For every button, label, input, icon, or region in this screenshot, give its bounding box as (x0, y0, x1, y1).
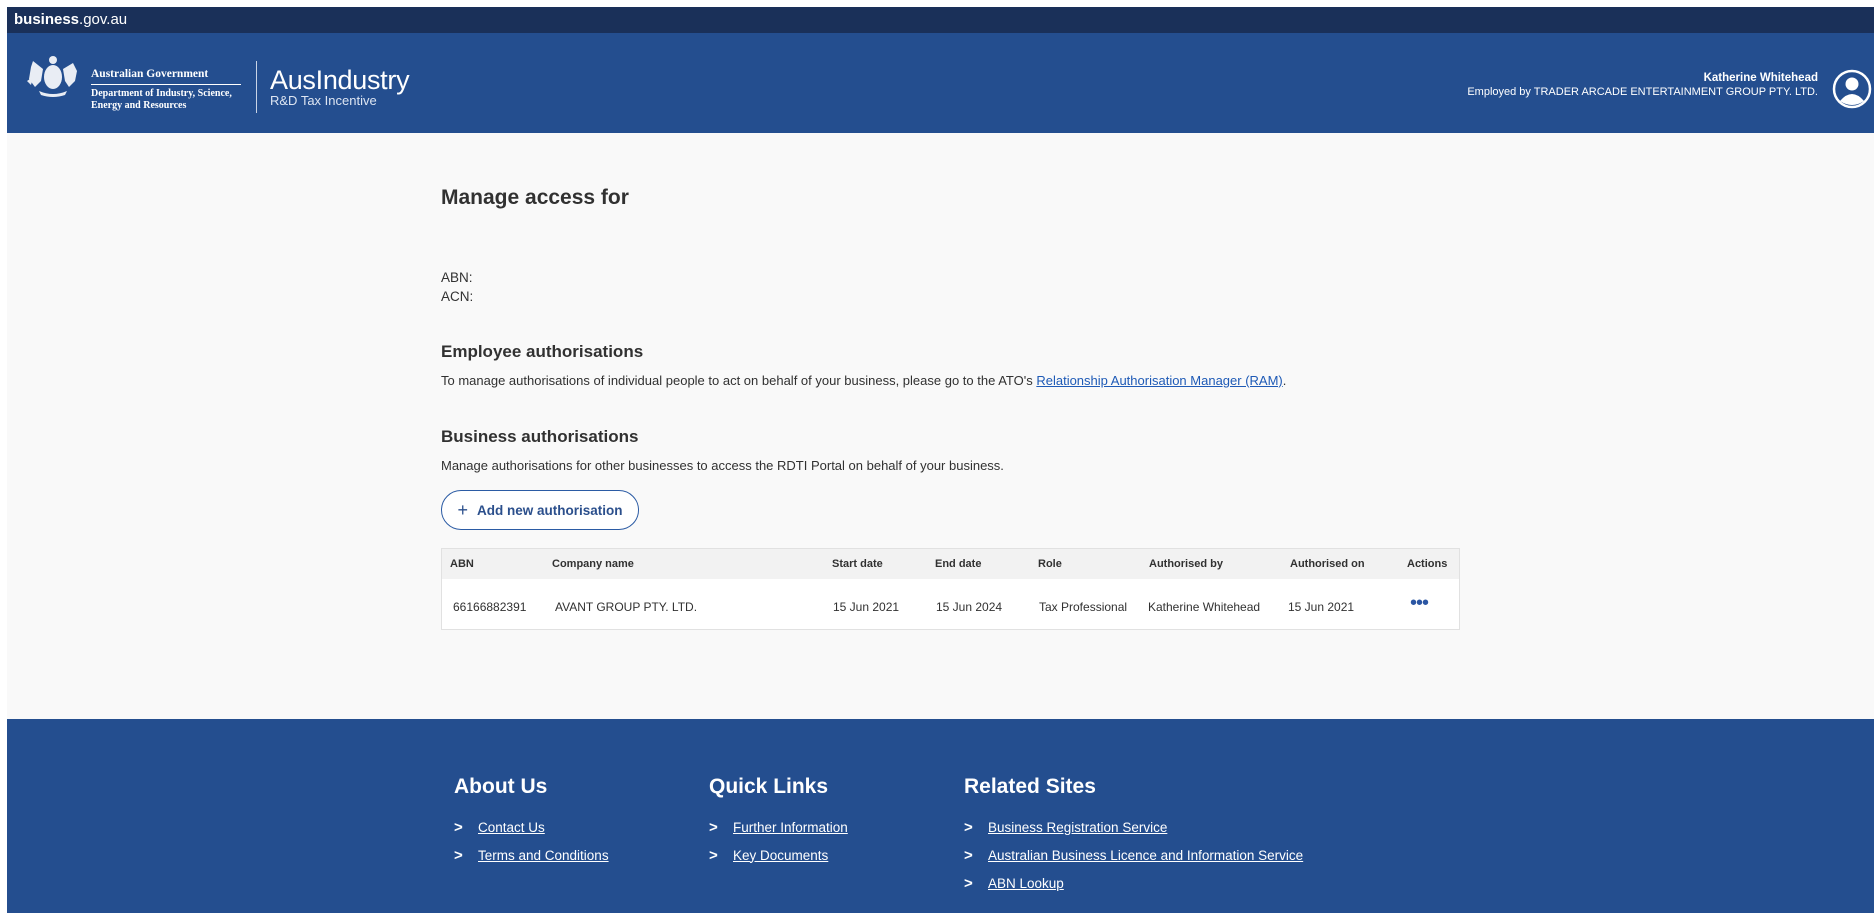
plus-icon: + (457, 500, 468, 520)
chevron-right-icon: > (964, 818, 973, 836)
user-info: Katherine Whitehead Employed by TRADER A… (1467, 72, 1818, 99)
footer-related-heading: Related Sites (964, 775, 1096, 798)
coat-of-arms-icon (27, 56, 77, 97)
logo-rule (91, 84, 241, 85)
footer-link-business-registration[interactable]: > Business Registration Service (964, 813, 1303, 841)
add-new-authorisation-button[interactable]: + Add new authorisation (441, 490, 639, 530)
chevron-right-icon: > (454, 818, 463, 836)
logo-divider (256, 61, 257, 113)
column-header-authorised-on[interactable]: Authorised on (1290, 558, 1365, 570)
user-name: Katherine Whitehead (1703, 72, 1818, 84)
cell-authorised-on: 15 Jun 2021 (1288, 600, 1355, 614)
column-header-company-name[interactable]: Company name (552, 558, 634, 570)
row-actions-menu-icon[interactable]: ••• (1410, 593, 1429, 613)
cell-start-date: 15 Jun 2021 (833, 600, 900, 614)
footer-about-heading: About Us (454, 775, 548, 798)
footer-link-label: ABN Lookup (988, 875, 1064, 891)
footer-link-abn-lookup[interactable]: > ABN Lookup (964, 869, 1303, 897)
ausindustry-logo[interactable]: AusIndustry R&D Tax Incentive (270, 65, 410, 108)
department-line-2: Energy and Resources (91, 100, 187, 111)
footer-related-sites: Related Sites > Business Registration Ser… (964, 775, 1303, 897)
footer-quick-heading: Quick Links (709, 775, 829, 798)
column-header-end-date[interactable]: End date (935, 558, 981, 570)
footer-link-key-documents[interactable]: > Key Documents (709, 841, 848, 869)
column-header-actions: Actions (1407, 558, 1448, 570)
add-button-label: Add new authorisation (477, 502, 623, 518)
footer-link-label: Terms and Conditions (478, 847, 609, 863)
user-avatar-icon[interactable] (1832, 69, 1872, 109)
footer-link-business-licence[interactable]: > Australian Business Licence and Informa… (964, 841, 1303, 869)
brand-bold: business (14, 11, 80, 28)
top-strip: business.gov.au (7, 7, 1874, 33)
footer-link-label: Further Information (733, 819, 848, 835)
business-authorisations-table: ABN Company name Start date End date Rol… (441, 548, 1460, 630)
chevron-right-icon: > (454, 846, 463, 864)
business-authorisations-heading: Business authorisations (441, 427, 639, 446)
page: business.gov.au Australian Government De… (7, 7, 1874, 913)
footer-quick-links: Quick Links > Further Information > Key Do… (709, 775, 848, 869)
ram-link[interactable]: Relationship Authorisation Manager (RAM) (1036, 373, 1282, 388)
acn-label: ACN: (441, 289, 474, 304)
site-header: Australian Government Department of Indu… (7, 33, 1874, 133)
column-header-abn[interactable]: ABN (450, 558, 474, 570)
page-title: Manage access for (441, 186, 629, 209)
business-authorisations-text: Manage authorisations for other business… (441, 458, 1004, 473)
footer-link-contact-us[interactable]: > Contact Us (454, 813, 609, 841)
footer-link-further-information[interactable]: > Further Information (709, 813, 848, 841)
department-line-1: Department of Industry, Science, (91, 88, 232, 99)
footer-link-label: Business Registration Service (988, 819, 1168, 835)
footer-link-terms[interactable]: > Terms and Conditions (454, 841, 609, 869)
user-employer: Employed by TRADER ARCADE ENTERTAINMENT … (1467, 86, 1818, 98)
chevron-right-icon: > (964, 846, 973, 864)
footer-link-label: Australian Business Licence and Informat… (988, 847, 1304, 863)
cell-authorised-by: Katherine Whitehead (1148, 600, 1261, 614)
employee-text-suffix: . (1282, 373, 1287, 388)
column-header-role[interactable]: Role (1038, 558, 1062, 570)
employee-text: To manage authorisations of individual p… (441, 373, 1033, 388)
column-header-start-date[interactable]: Start date (832, 558, 883, 570)
site-footer: About Us > Contact Us > Terms and Conditio… (7, 719, 1874, 913)
employee-authorisations-text: To manage authorisations of individual p… (441, 373, 1286, 388)
chevron-right-icon: > (709, 818, 718, 836)
government-logo-text: Australian Government Department of Indu… (91, 67, 241, 112)
footer-about-us: About Us > Contact Us > Terms and Conditio… (454, 775, 609, 869)
program-name: AusIndustry (270, 65, 410, 95)
chevron-right-icon: > (964, 874, 973, 892)
footer-link-label: Contact Us (478, 819, 545, 835)
employee-authorisations-heading: Employee authorisations (441, 342, 644, 361)
cell-company-name: AVANT GROUP PTY. LTD. (555, 600, 698, 614)
table-header: ABN Company name Start date End date Rol… (442, 549, 1459, 579)
cell-role: Tax Professional (1039, 600, 1128, 614)
program-subtitle: R&D Tax Incentive (270, 93, 377, 108)
chevron-right-icon: > (709, 846, 718, 864)
footer-link-label: Key Documents (733, 847, 829, 863)
government-name: Australian Government (91, 68, 209, 80)
abn-label: ABN: (441, 270, 473, 285)
cell-end-date: 15 Jun 2024 (936, 600, 1003, 614)
brand-rest: .gov.au (79, 11, 128, 28)
column-header-authorised-by[interactable]: Authorised by (1149, 558, 1223, 570)
business-gov-au-link[interactable]: business.gov.au (14, 11, 127, 28)
cell-abn: 66166882391 (453, 600, 527, 614)
